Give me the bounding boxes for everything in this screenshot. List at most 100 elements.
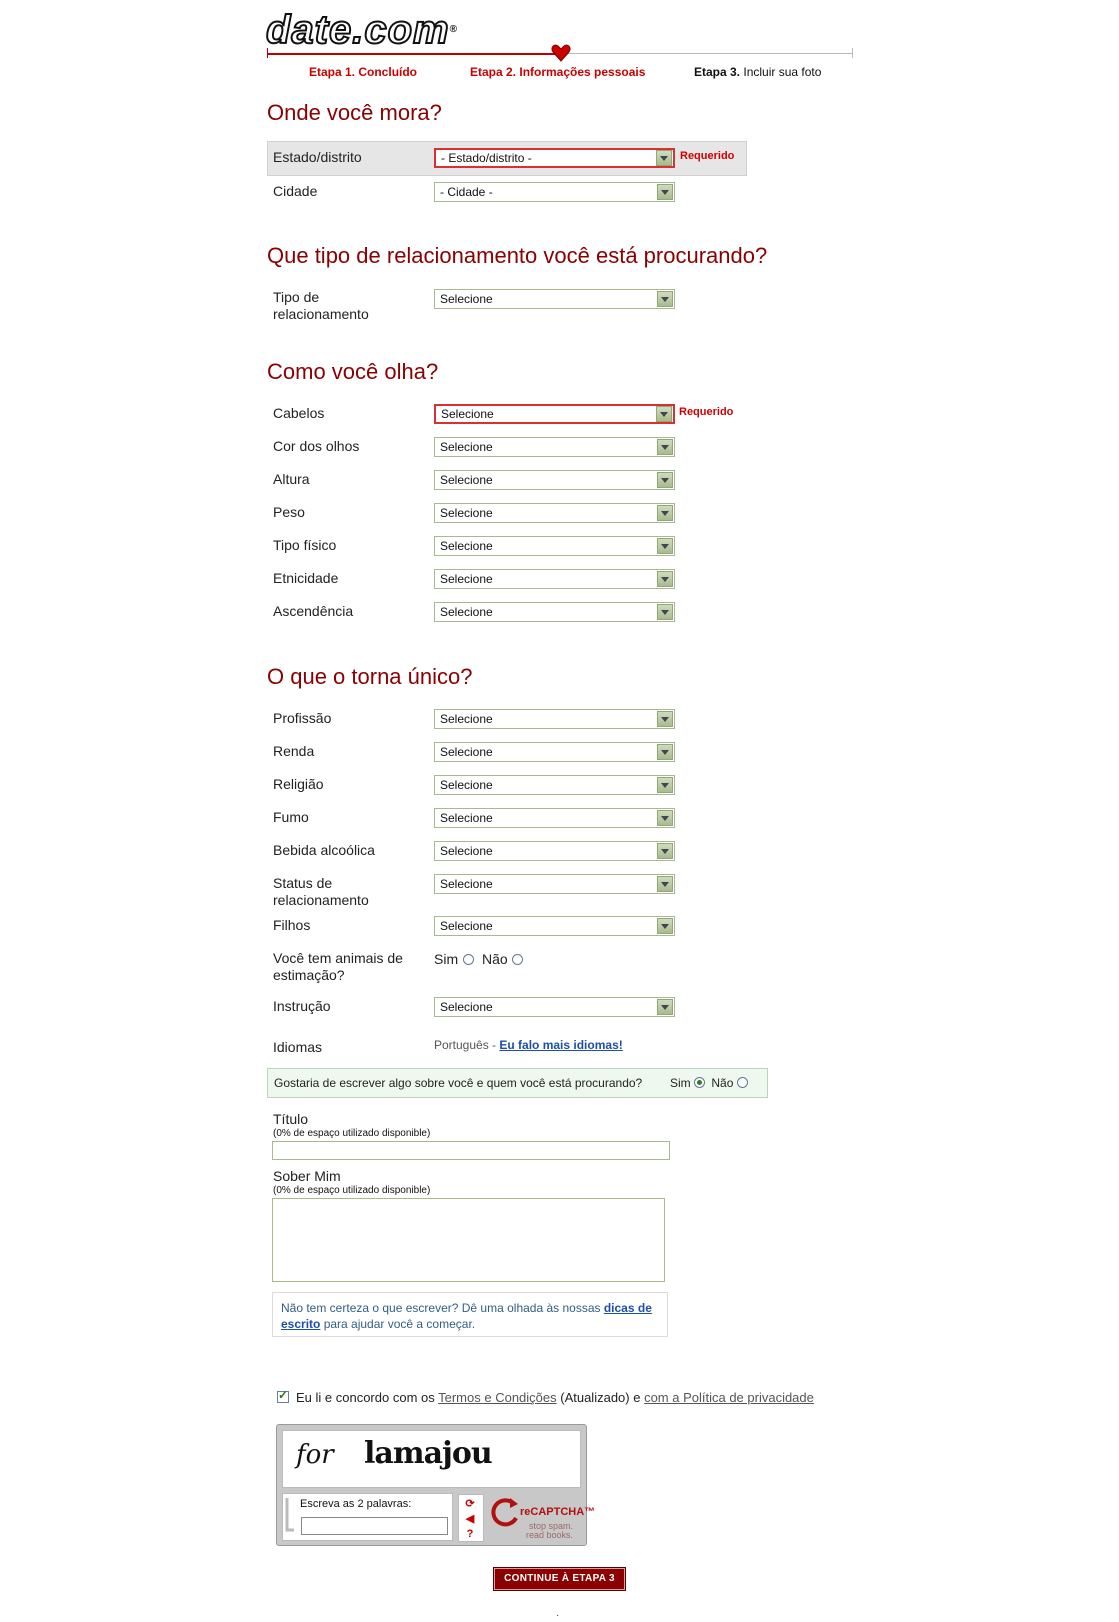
education-label: Instrução	[273, 998, 331, 1014]
smoking-select[interactable]: Selecione	[434, 808, 675, 828]
relationship-status-select[interactable]: Selecione	[434, 874, 675, 894]
progress-tick	[267, 48, 268, 58]
audio-icon[interactable]: ◀	[463, 1513, 477, 1525]
chevron-down-icon	[657, 291, 673, 307]
heart-icon	[551, 44, 571, 62]
date-com-logo[interactable]: date.com®	[265, 7, 458, 53]
recaptcha-logo: reCAPTCHA™ stop spam. read books.	[490, 1496, 595, 1540]
pets-radio-group: Sim Não	[434, 951, 524, 969]
pets-yes-label: Sim	[434, 951, 459, 967]
chevron-down-icon	[657, 505, 673, 521]
refresh-icon[interactable]: ⟳	[463, 1498, 477, 1510]
profession-label: Profissão	[273, 710, 332, 726]
chevron-down-icon	[657, 744, 673, 760]
hair-label: Cabelos	[273, 405, 325, 421]
religion-label: Religião	[273, 776, 324, 792]
about-me-hint: (0% de espaço utilizado disponible)	[273, 1185, 431, 1196]
chevron-down-icon	[657, 538, 673, 554]
pets-no-radio[interactable]	[512, 954, 524, 965]
step-3-label: Etapa 3. Incluir sua foto	[694, 65, 822, 79]
section-title-looks: Como você olha?	[267, 359, 439, 384]
section-title-unique: O que o torna único?	[267, 664, 473, 689]
about-me-label: Sober Mim	[273, 1168, 341, 1184]
captcha-input[interactable]	[301, 1517, 448, 1535]
languages-value: Português - Eu falo mais idiomas!	[434, 1038, 623, 1052]
terms-link[interactable]: Termos e Condições	[438, 1390, 557, 1405]
children-label: Filhos	[273, 917, 311, 933]
languages-label: Idiomas	[273, 1039, 323, 1055]
ethnicity-label: Etnicidade	[273, 570, 339, 586]
recaptcha-circle-icon	[491, 1498, 518, 1527]
title-input[interactable]	[272, 1141, 670, 1160]
chevron-down-icon	[657, 439, 673, 455]
height-label: Altura	[273, 471, 310, 487]
progress-fill	[267, 53, 559, 55]
eye-color-label: Cor dos olhos	[273, 438, 360, 454]
footer-mark: ·	[556, 1610, 560, 1621]
chevron-down-icon	[657, 571, 673, 587]
section-title-location: Onde você mora?	[267, 100, 442, 125]
relationship-type-select[interactable]: Selecione	[434, 289, 675, 309]
captcha-word-1: for	[296, 1440, 334, 1470]
pets-label: Você tem animais de estimação?	[273, 950, 403, 983]
profession-select[interactable]: Selecione	[434, 709, 675, 729]
chevron-down-icon	[657, 472, 673, 488]
drinking-label: Bebida alcoólica	[273, 842, 375, 858]
continue-step-3-button[interactable]: CONTINUE À ETAPA 3	[493, 1567, 626, 1591]
ancestry-select[interactable]: Selecione	[434, 602, 675, 622]
more-languages-link[interactable]: Eu falo mais idiomas!	[499, 1038, 622, 1052]
pets-yes-radio[interactable]	[462, 954, 474, 965]
section-title-relationship: Que tipo de relacionamento você está pro…	[267, 243, 768, 268]
title-hint: (0% de espaço utilizado disponible)	[273, 1128, 431, 1139]
privacy-link[interactable]: com a Política de privacidade	[644, 1390, 814, 1405]
income-select[interactable]: Selecione	[434, 742, 675, 762]
state-select[interactable]: - Estado/distrito -	[434, 148, 675, 168]
captcha-instruction: Escreva as 2 palavras:	[300, 1498, 412, 1510]
help-icon[interactable]: ?	[463, 1528, 477, 1540]
about-no-label: Não	[711, 1076, 734, 1090]
height-select[interactable]: Selecione	[434, 470, 675, 490]
about-yes-radio[interactable]	[694, 1077, 706, 1088]
progress-tick	[852, 48, 853, 58]
ancestry-label: Ascendência	[273, 603, 354, 619]
terms-checkbox[interactable]	[277, 1388, 289, 1403]
captcha-word-2: lamajou	[364, 1436, 493, 1471]
children-select[interactable]: Selecione	[434, 916, 675, 936]
terms-text: Eu li e concordo com os Termos e Condiçõ…	[296, 1390, 814, 1405]
chevron-down-icon	[657, 918, 673, 934]
about-yes-label: Sim	[670, 1076, 691, 1090]
body-type-select[interactable]: Selecione	[434, 536, 675, 556]
about-no-radio[interactable]	[736, 1077, 748, 1088]
chevron-down-icon	[657, 999, 673, 1015]
religion-select[interactable]: Selecione	[434, 775, 675, 795]
about-me-textarea[interactable]	[272, 1198, 665, 1282]
writing-tips-box: Não tem certeza o que escrever? Dê uma o…	[272, 1292, 668, 1337]
relationship-type-label: Tipo de relacionamento	[273, 289, 369, 322]
eye-color-select[interactable]: Selecione	[434, 437, 675, 457]
drinking-select[interactable]: Selecione	[434, 841, 675, 861]
chevron-down-icon	[657, 876, 673, 892]
title-label: Título	[273, 1111, 309, 1127]
about-question-text: Gostaria de escrever algo sobre você e q…	[274, 1076, 643, 1090]
body-type-label: Tipo físico	[273, 537, 337, 553]
weight-select[interactable]: Selecione	[434, 503, 675, 523]
chevron-down-icon	[657, 604, 673, 620]
step-2-label: Etapa 2. Informações pessoais	[470, 65, 646, 79]
chevron-down-icon	[657, 843, 673, 859]
ethnicity-select[interactable]: Selecione	[434, 569, 675, 589]
chevron-down-icon	[656, 406, 672, 422]
hair-required-text: Requerido	[679, 406, 734, 418]
weight-label: Peso	[273, 504, 305, 520]
relationship-status-label: Status de relacionamento	[273, 875, 369, 908]
chevron-down-icon	[657, 810, 673, 826]
chevron-down-icon	[657, 711, 673, 727]
education-select[interactable]: Selecione	[434, 997, 675, 1017]
chevron-down-icon	[657, 184, 673, 200]
hair-select[interactable]: Selecione	[434, 404, 675, 424]
income-label: Renda	[273, 743, 315, 759]
state-required-text: Requerido	[680, 150, 735, 162]
captcha-arrow-icon	[285, 1498, 294, 1532]
pets-no-label: Não	[482, 951, 508, 967]
city-select[interactable]: - Cidade -	[434, 182, 675, 202]
step-1-label: Etapa 1. Concluído	[309, 65, 418, 79]
